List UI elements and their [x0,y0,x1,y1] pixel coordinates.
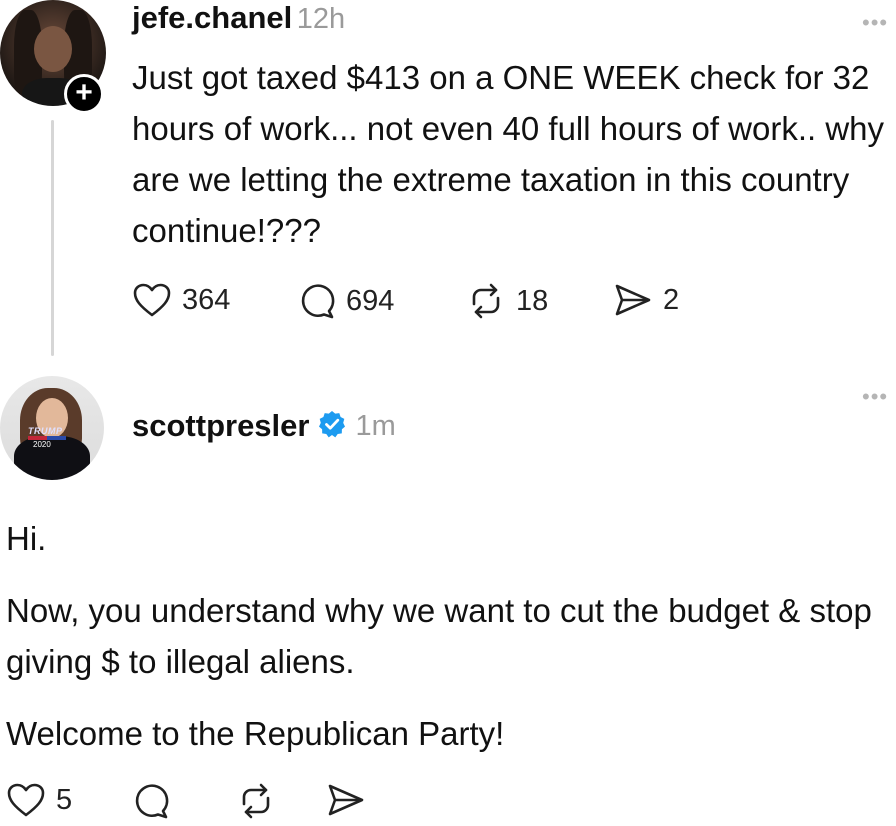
post-header: jefe.chanel 12h [132,0,345,36]
heart-icon [133,283,171,317]
like-count: 5 [56,783,73,816]
reply-button[interactable]: 694 [298,282,394,320]
post-header: scottpresler 1m [132,408,396,444]
repost-button[interactable]: 18 [466,282,548,320]
username[interactable]: jefe.chanel [132,0,292,35]
speech-bubble-icon [301,284,335,319]
timestamp: 1m [355,409,396,442]
repost-arrows-icon [242,783,270,819]
paper-plane-icon [328,784,364,816]
reply-count: 694 [346,284,395,317]
post-text: Hi. [6,520,47,557]
username[interactable]: scottpresler [132,408,309,444]
timestamp: 12h [296,3,346,35]
heart-icon [7,783,45,817]
repost-button[interactable] [236,782,276,820]
share-button[interactable]: 2 [613,282,679,318]
post-text: Just got taxed $413 on a ONE WEEK check … [132,59,885,249]
post-text: Now, you understand why we want to cut t… [6,592,872,680]
repost-count: 18 [516,284,549,317]
paper-plane-icon [615,284,651,316]
thread-line [51,120,54,356]
like-button[interactable]: 5 [6,782,72,818]
speech-bubble-icon [135,784,169,819]
like-count: 364 [182,283,231,316]
follow-button[interactable]: + [64,74,104,114]
verified-badge-icon [317,409,347,444]
share-count: 2 [663,283,680,316]
post-text: Welcome to the Republican Party! [6,715,505,752]
reply-button[interactable] [132,782,170,820]
avatar[interactable]: TRUMP 2020 [0,376,104,480]
like-button[interactable]: 364 [132,282,230,318]
more-options-button[interactable]: ••• [862,10,888,36]
more-options-button[interactable]: ••• [862,384,888,410]
share-button[interactable] [326,782,366,818]
repost-arrows-icon [472,283,500,319]
